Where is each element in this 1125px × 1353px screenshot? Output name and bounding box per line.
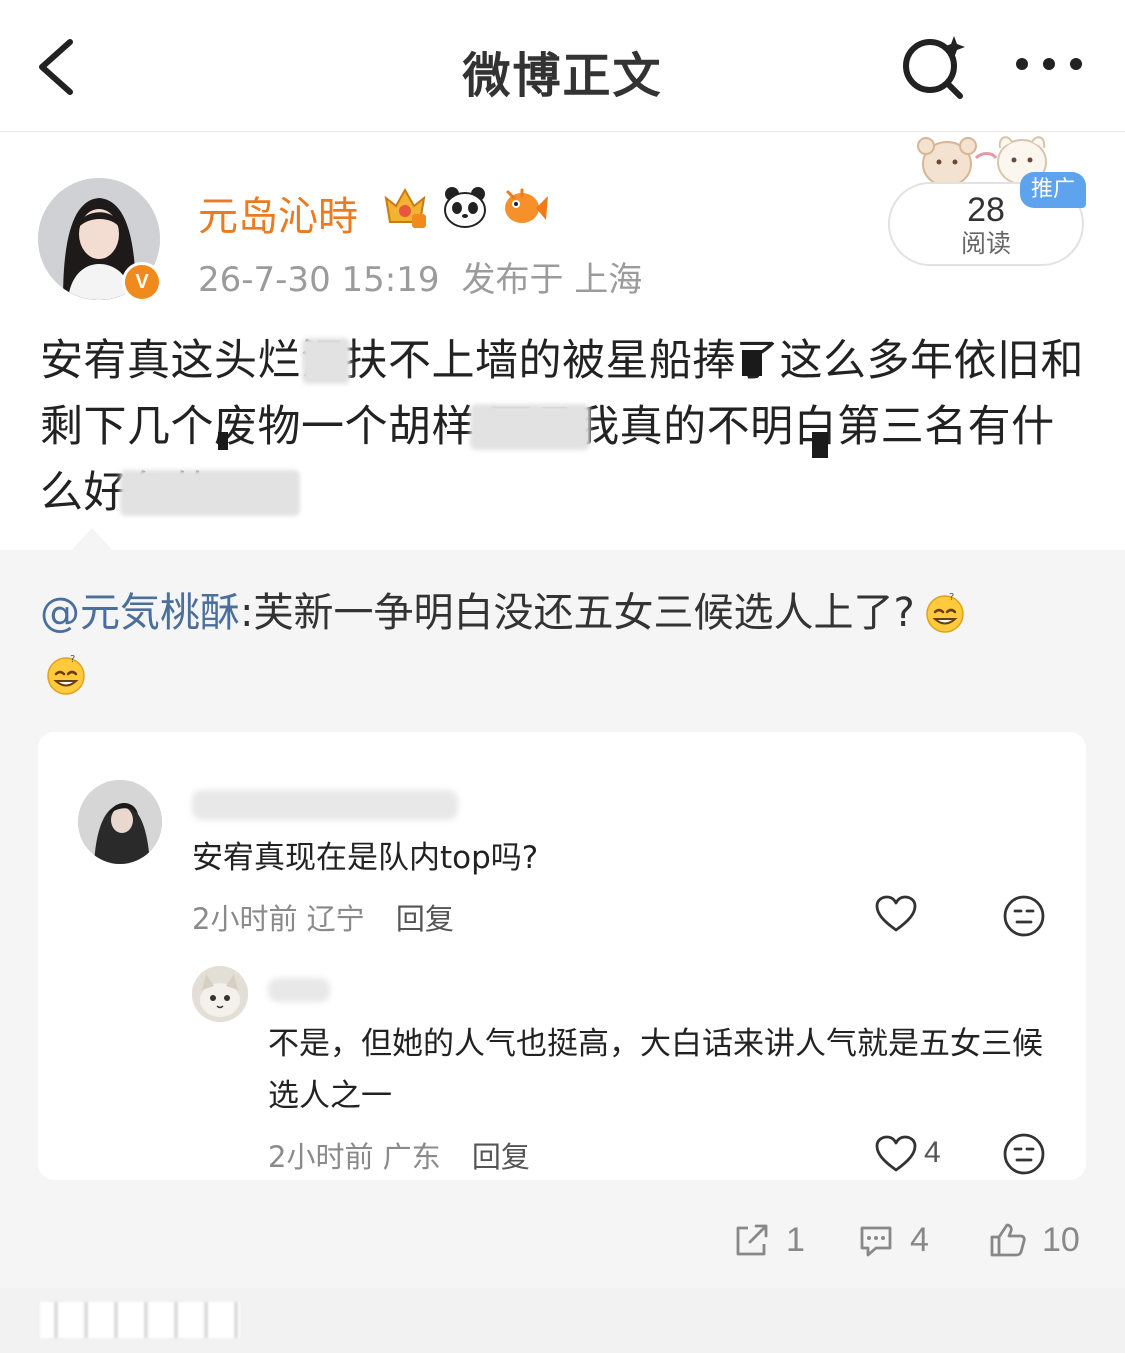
like-count: 10 [1042,1220,1080,1259]
post-location: 发布于 上海 [461,260,643,300]
panda-icon[interactable] [440,184,490,230]
repost-caret [70,528,114,552]
repost-icon [736,1224,768,1256]
comment-preview-card[interactable]: 安宥真现在是队内top吗? 2小时前 辽宁 回复 不是，但她的人气也挺高，大白话… [38,732,1086,1180]
redaction-mark [470,404,590,450]
post-meta: 26-7-30 15:19 发布于 上海 [198,252,664,301]
comment-button[interactable]: 4 [856,1210,929,1270]
replier-name-blurred [268,978,330,1002]
heart-icon[interactable] [874,1134,918,1174]
like-button[interactable]: 10 [988,1210,1080,1270]
blurred-footer-text [40,1302,240,1338]
reply-location: 广东 [382,1140,441,1174]
svg-text:?: ? [70,654,75,665]
crown-member-icon[interactable] [380,184,430,230]
svg-text:?: ? [949,592,954,603]
reply-like-count: 4 [924,1136,941,1169]
redaction-mark [120,470,300,516]
quoted-post[interactable]: @元気桃酥:芙新一争明白没还五女三候选人上了? ? ? [40,582,1100,706]
neutral-face-icon[interactable] [1002,894,1046,938]
reply-time: 2小时前 [268,1140,374,1174]
more-horizontal-icon[interactable] [1012,44,1086,84]
repost-button[interactable]: 1 [732,1210,805,1270]
commenter-avatar[interactable] [78,780,162,864]
top-nav-bar: 微博正文 [0,0,1125,132]
post-action-bar: 1 4 10 [0,1210,1125,1270]
heart-icon[interactable] [874,894,918,934]
reply-button[interactable]: 回复 [396,902,454,936]
post-date: 26-7-30 15:19 [198,260,440,300]
neutral-face-icon[interactable] [1002,1132,1046,1176]
author-name[interactable]: 元岛沁時 [198,184,358,242]
reply-text: 不是，但她的人气也挺高，大白话来讲人气就是五女三候选人之一 [268,1026,1043,1114]
promote-tag[interactable]: 推广 [1020,172,1086,208]
quoted-user-link[interactable]: @元気桃酥 [40,590,240,636]
comment-count: 4 [910,1220,929,1259]
redaction-mark [218,432,228,450]
repost-count: 1 [786,1220,805,1259]
reply-button[interactable]: 回复 [472,1140,530,1174]
verified-badge: V [122,262,162,302]
sparkle-search-icon[interactable] [898,30,970,102]
reply-meta: 2小时前 广东 回复 [268,1134,530,1176]
comment-time: 2小时前 [192,902,298,936]
comment-meta: 2小时前 辽宁 回复 [192,896,454,938]
commenter-name-blurred [192,790,458,820]
dizzy-smile-emoji: ? [47,654,85,695]
thumbs-up-icon [990,1223,1026,1257]
comment-icon [860,1226,892,1257]
comment-location: 辽宁 [306,902,365,936]
replier-avatar[interactable] [192,966,248,1022]
read-label: 阅读 [960,229,1011,258]
redaction-mark [302,338,350,384]
dizzy-smile-emoji: ? [925,592,964,633]
redaction-mark [812,432,828,458]
comment-text: 安宥真现在是队内top吗? [192,840,539,876]
redaction-mark [742,350,762,376]
orange-fish-icon[interactable] [500,184,550,230]
quoted-text: :芙新一争明白没还五女三候选人上了? [240,590,915,636]
author-badges [380,184,550,230]
